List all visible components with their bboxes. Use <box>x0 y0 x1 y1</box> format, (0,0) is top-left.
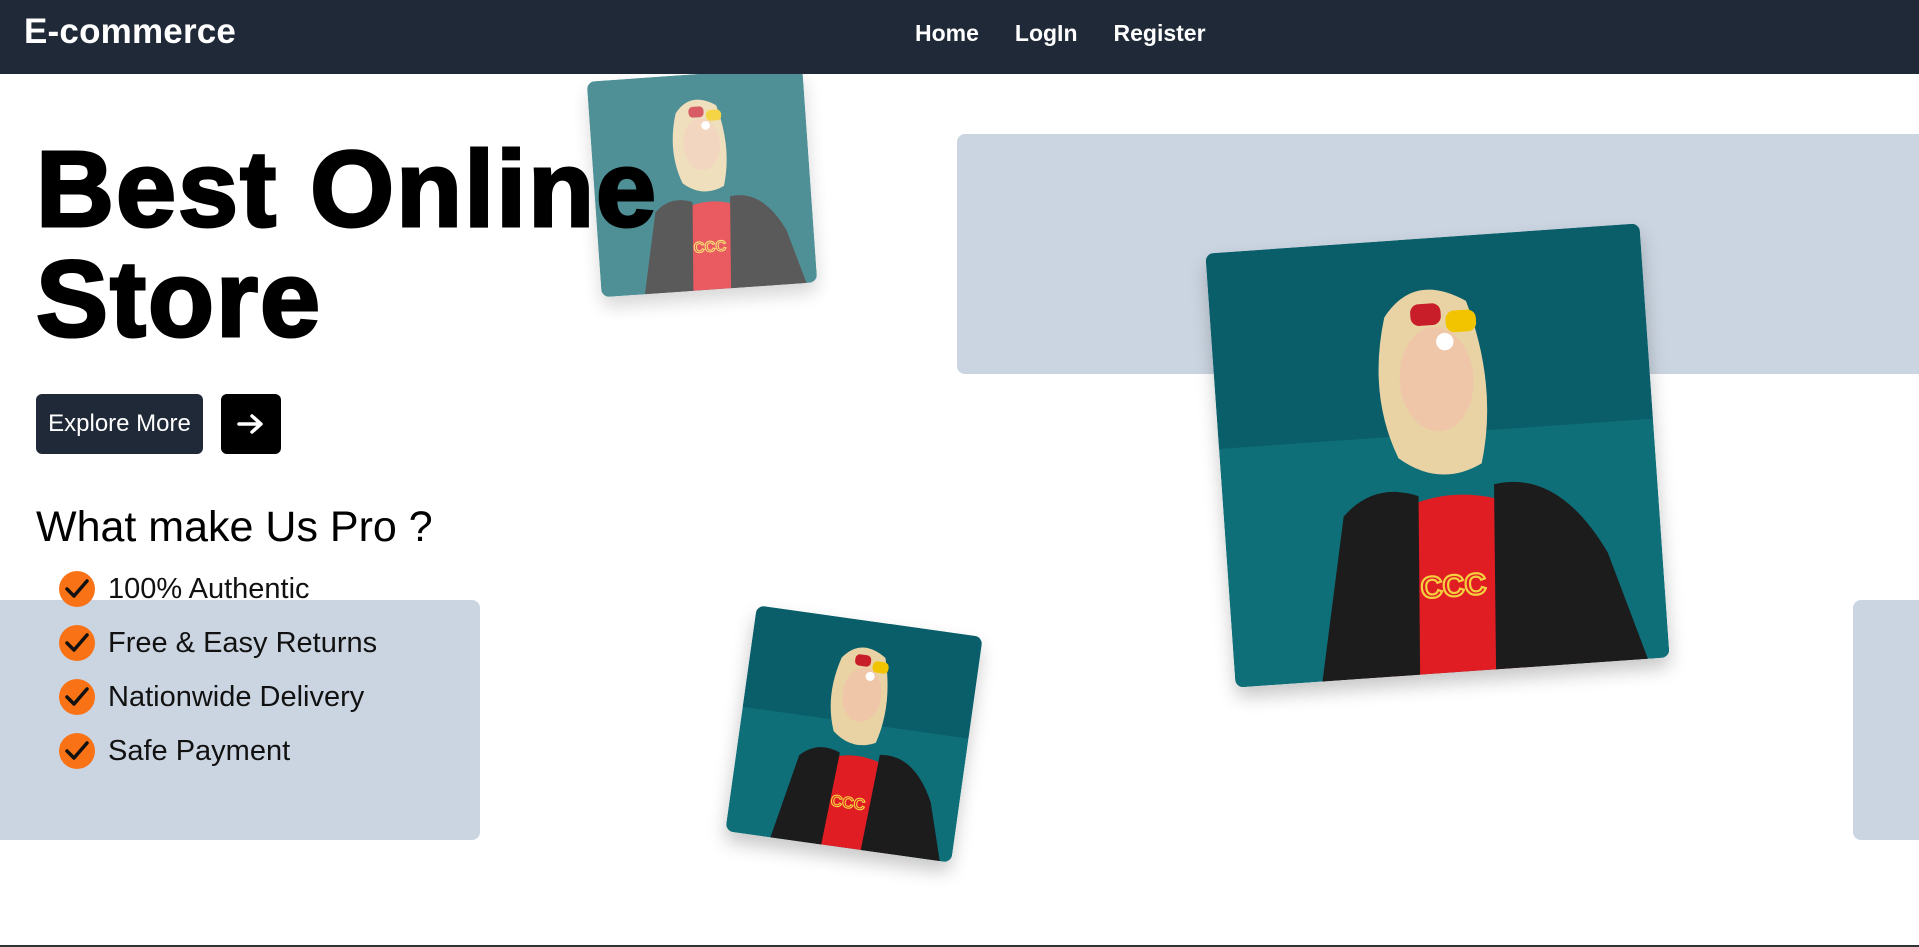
hero-title-line-1: Best Online <box>34 128 659 249</box>
nav-link-register[interactable]: Register <box>1114 19 1206 47</box>
navbar: E-commerce Home LogIn Register <box>0 0 1919 74</box>
feature-item: Safe Payment <box>58 724 377 778</box>
feature-label: Free & Easy Returns <box>108 626 378 659</box>
product-photo-mid: CCC <box>725 605 983 863</box>
hero-title: Best Online Store <box>34 128 659 359</box>
feature-label: 100% Authentic <box>108 572 310 605</box>
feature-item: 100% Authentic <box>58 562 377 616</box>
feature-label: Nationwide Delivery <box>108 680 365 713</box>
explore-more-button[interactable]: Explore More <box>36 394 203 454</box>
page: CCC CCC CCC E-commerce Home LogIn Regist… <box>0 0 1919 947</box>
product-photo-large: CCC <box>1205 223 1670 688</box>
nav-links: Home LogIn Register <box>915 19 1206 47</box>
features-list: 100% Authentic Free & Easy Returns Natio… <box>58 562 377 778</box>
nav-link-home[interactable]: Home <box>915 19 979 47</box>
check-circle-icon <box>59 625 95 661</box>
svg-text:CCC: CCC <box>1419 567 1487 606</box>
feature-item: Nationwide Delivery <box>58 670 377 724</box>
check-circle-icon <box>59 679 95 715</box>
check-circle-icon <box>59 571 95 607</box>
arrow-right-icon <box>237 414 263 434</box>
arrow-button[interactable] <box>221 394 281 454</box>
features-heading: What make Us Pro ? <box>36 503 433 551</box>
decorative-panel-bottom-right <box>1853 600 1919 840</box>
brand-logo[interactable]: E-commerce <box>24 12 236 52</box>
hero-title-line-2: Store <box>34 238 323 359</box>
svg-text:CCC: CCC <box>693 238 727 257</box>
check-circle-icon <box>59 733 95 769</box>
feature-item: Free & Easy Returns <box>58 616 377 670</box>
nav-link-login[interactable]: LogIn <box>1015 19 1078 47</box>
feature-label: Safe Payment <box>108 734 291 767</box>
